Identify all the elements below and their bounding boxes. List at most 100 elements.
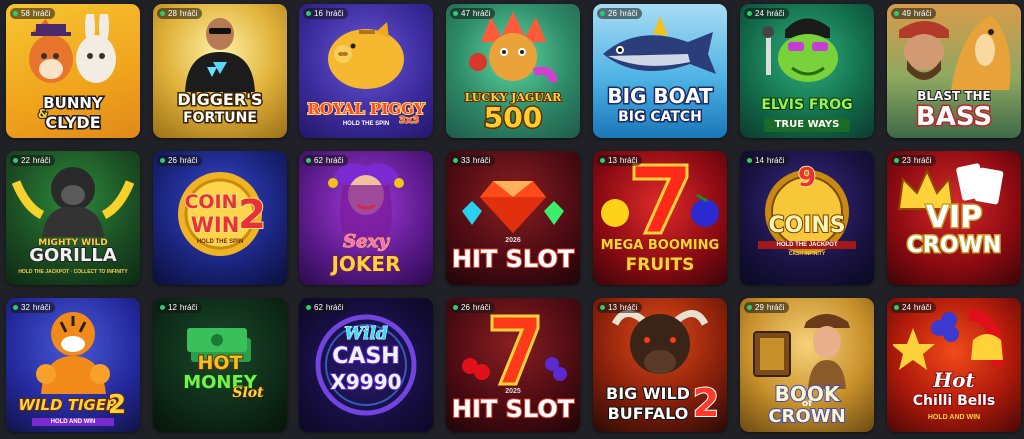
players-badge: 26 hráči xyxy=(157,155,203,166)
game-title-line3: X9990 xyxy=(329,370,402,394)
online-dot-icon xyxy=(306,158,311,163)
game-title-line2: CLYDE xyxy=(44,113,102,132)
players-badge: 23 hráči xyxy=(891,155,937,166)
game-tile-big-boat[interactable]: 26 hráči BIG BOAT BIG CATCH xyxy=(593,4,727,138)
game-title-line3: Slot xyxy=(232,385,264,401)
game-tile-vip-crown[interactable]: 23 hráči VIP CROWN xyxy=(887,151,1021,285)
game-tile-blast-the-bass[interactable]: 49 hráči BLAST THE BASS xyxy=(887,4,1021,138)
game-tile-coin-win-2[interactable]: 26 hráči COIN WIN 2 HOLD THE SPIN xyxy=(153,151,287,285)
online-dot-icon xyxy=(894,305,899,310)
online-dot-icon xyxy=(453,158,458,163)
game-subtitle: HOLD THE JACKPOT xyxy=(758,241,856,249)
game-title-number: 9 xyxy=(797,163,817,193)
game-tile-hit-slot-2025[interactable]: 26 hráči 2025 HIT SLOT xyxy=(446,298,580,432)
online-dot-icon xyxy=(453,11,458,16)
players-badge: 49 hráči xyxy=(891,8,937,19)
game-title-line2: BIG CATCH xyxy=(617,109,704,126)
players-badge: 62 hráči xyxy=(303,155,349,166)
online-dot-icon xyxy=(160,158,165,163)
online-dot-icon xyxy=(600,305,605,310)
players-badge: 29 hráči xyxy=(744,302,790,313)
game-tile-lucky-jaguar[interactable]: 47 hráči LUCKY JAGUAR 500 xyxy=(446,4,580,138)
players-badge: 24 hráči xyxy=(891,302,937,313)
game-title-number: 500 xyxy=(482,101,543,134)
game-tile-mighty-wild-gorilla[interactable]: 22 hráči MIGHTY WILD GORILLA HOLD THE JAC… xyxy=(6,151,140,285)
online-dot-icon xyxy=(747,11,752,16)
online-dot-icon xyxy=(600,11,605,16)
tuna-fish-artwork xyxy=(603,16,716,74)
joker-woman-artwork xyxy=(328,163,404,240)
game-title-number: 2 xyxy=(237,192,267,238)
game-title-line2: FORTUNE xyxy=(182,110,259,127)
online-dot-icon xyxy=(13,158,18,163)
online-dot-icon xyxy=(306,11,311,16)
digger-man-artwork xyxy=(185,18,255,92)
players-badge: 47 hráči xyxy=(450,8,496,19)
game-title: HIT SLOT xyxy=(451,245,575,273)
buffalo-artwork xyxy=(611,310,709,374)
game-title-line2: CASH xyxy=(331,344,400,369)
players-badge: 26 hráči xyxy=(597,8,643,19)
game-tile-hot-chilli-bells[interactable]: 24 hráči Hot Chilli Bells HOLD AND WIN xyxy=(887,298,1021,432)
game-subtitle: HOLD THE SPIN xyxy=(196,239,244,245)
game-title: COINS xyxy=(767,213,846,238)
game-title-number: 2 xyxy=(692,381,720,425)
game-year: 2025 xyxy=(505,388,521,395)
online-dot-icon xyxy=(894,11,899,16)
game-tile-wild-cash[interactable]: 62 hráči Wild CASH X9990 xyxy=(299,298,433,432)
fisherman-bass-artwork xyxy=(899,15,1011,90)
players-badge: 33 hráči xyxy=(450,155,496,166)
game-grid: 58 hráči BUNNY & CLYDE 28 hráči DIGGER'S F… xyxy=(0,0,1024,439)
game-tile-diggers-fortune[interactable]: 28 hráči DIGGER'S FORTUNE xyxy=(153,4,287,138)
game-title: BIG BOAT xyxy=(606,84,714,108)
game-subtitle: HOLD AND WIN xyxy=(927,414,981,421)
explorer-book-artwork xyxy=(753,314,850,389)
online-dot-icon xyxy=(453,305,458,310)
game-year: 2026 xyxy=(505,237,521,244)
game-tile-bunny-clyde[interactable]: 58 hráči BUNNY & CLYDE xyxy=(6,4,140,138)
game-title-line2: JOKER xyxy=(330,252,401,276)
game-tile-elvis-frog[interactable]: 24 hráči ELVIS FROG TRUE WAYS xyxy=(740,4,874,138)
game-tile-big-wild-buffalo-2[interactable]: 13 hráči BIG WILD BUFFALO 2 xyxy=(593,298,727,432)
game-tile-royal-piggy[interactable]: 16 hráči ROYAL PIGGY HOLD THE SPIN 3x3 xyxy=(299,4,433,138)
game-tile-hit-slot-2026[interactable]: 33 hráči 2026 HIT SLOT xyxy=(446,151,580,285)
online-dot-icon xyxy=(747,305,752,310)
game-title: DIGGER'S xyxy=(176,90,264,109)
game-tile-mega-booming-fruits[interactable]: 13 hráči MEGA BOOMING FRUITS xyxy=(593,151,727,285)
game-title-line2: FRUITS xyxy=(625,255,696,275)
piggy-bank-artwork xyxy=(328,22,404,89)
chilli-bells-artwork xyxy=(893,308,1004,370)
online-dot-icon xyxy=(306,305,311,310)
game-tile-sexy-joker[interactable]: 62 hráči Sexy JOKER xyxy=(299,151,433,285)
game-title-line2: BASS xyxy=(914,102,993,132)
game-title-line2: Chilli Bells xyxy=(912,393,996,409)
game-tile-wild-tiger-2[interactable]: 32 hráči WILD TIGER 2 HOLD AND WIN xyxy=(6,298,140,432)
game-tile-hot-money[interactable]: 12 hráči HOT MONEY Slot xyxy=(153,298,287,432)
players-badge: 12 hráči xyxy=(157,302,203,313)
game-title-line2: CROWN xyxy=(767,406,846,427)
seven-fruits-artwork xyxy=(462,314,567,386)
game-tile-9-coins[interactable]: 14 hráči 9 COINS HOLD THE JACKPOT CASH IN… xyxy=(740,151,874,285)
players-badge: 24 hráči xyxy=(744,8,790,19)
online-dot-icon xyxy=(160,305,165,310)
game-subtitle-2: CASH INFINITY xyxy=(788,251,826,257)
game-title: ELVIS FROG xyxy=(760,97,853,113)
players-badge: 26 hráči xyxy=(450,302,496,313)
online-dot-icon xyxy=(13,11,18,16)
players-badge: 32 hráči xyxy=(10,302,56,313)
online-dot-icon xyxy=(747,158,752,163)
game-title: HIT SLOT xyxy=(451,395,575,423)
game-title-line2: TRUE WAYS xyxy=(764,118,850,132)
players-badge: 58 hráči xyxy=(10,8,56,19)
players-badge: 28 hráči xyxy=(157,8,203,19)
fox-rabbit-artwork xyxy=(29,14,116,83)
players-badge: 14 hráči xyxy=(744,155,790,166)
game-tile-book-of-crown[interactable]: 29 hráči BOOK of CROWN xyxy=(740,298,874,432)
game-title-line2: CROWN xyxy=(905,233,1002,258)
game-title: MEGA BOOMING xyxy=(600,238,720,253)
game-title: BLAST THE xyxy=(916,89,992,103)
game-title-number: 2 xyxy=(107,390,127,420)
players-badge: 62 hráči xyxy=(303,302,349,313)
game-title: VIP xyxy=(924,200,983,235)
players-badge: 22 hráči xyxy=(10,155,56,166)
